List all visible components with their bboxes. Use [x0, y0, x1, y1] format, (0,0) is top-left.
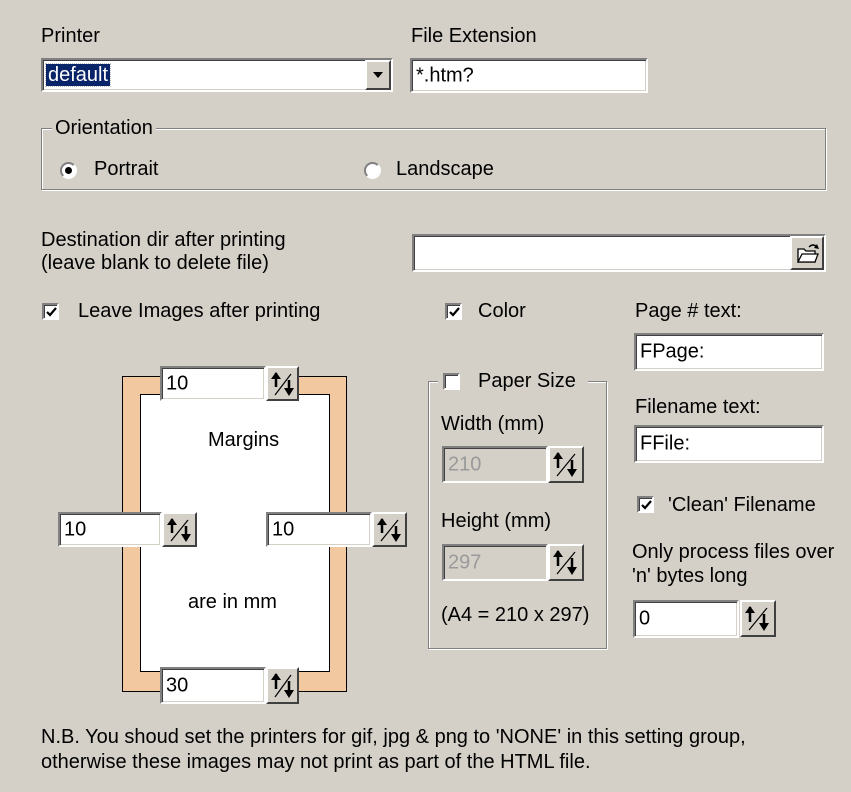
height-label: Height (mm) — [441, 510, 552, 532]
min-size-label-line1: Only process files over — [632, 541, 835, 563]
destination-label-line2: (leave blank to delete file) — [41, 252, 269, 274]
margins-caption: Margins — [208, 429, 280, 451]
margins-units-caption: are in mm — [188, 591, 277, 613]
margin-top-input[interactable]: 10 — [160, 366, 266, 401]
note-line2: otherwise these images may not print as … — [41, 751, 591, 773]
dropdown-button[interactable] — [365, 60, 391, 90]
margin-top-spinner[interactable] — [266, 366, 299, 401]
landscape-radio[interactable] — [364, 162, 381, 179]
printer-selected-value: default — [44, 63, 112, 87]
width-label: Width (mm) — [441, 413, 545, 435]
file-extension-input[interactable]: *.htm? — [410, 58, 648, 93]
leave-images-checkbox[interactable] — [42, 303, 59, 320]
file-extension-value: *.htm? — [416, 64, 474, 86]
up-down-arrows-icon — [553, 452, 577, 477]
destination-label-line1: Destination dir after printing — [41, 229, 286, 251]
color-checkbox[interactable] — [445, 303, 462, 320]
destination-input[interactable] — [412, 234, 826, 272]
page-text-input[interactable]: FPage: — [634, 333, 824, 371]
width-spinner[interactable] — [548, 446, 584, 483]
printer-select[interactable]: default — [41, 58, 393, 92]
height-spinner[interactable] — [548, 544, 584, 581]
min-size-value: 0 — [639, 607, 651, 630]
clean-filename-checkbox[interactable] — [637, 496, 654, 513]
page-text-value: FPage: — [640, 340, 705, 363]
margin-right-value: 10 — [272, 518, 295, 540]
note-line1: N.B. You shoud set the printers for gif,… — [41, 726, 746, 748]
paper-size-note: (A4 = 210 x 297) — [441, 604, 590, 626]
portrait-radio[interactable] — [60, 162, 77, 179]
checkmark-icon — [46, 307, 57, 317]
color-label[interactable]: Color — [478, 299, 526, 323]
portrait-label[interactable]: Portrait — [94, 157, 158, 181]
up-down-arrows-icon — [553, 550, 577, 575]
file-extension-label: File Extension — [411, 25, 537, 47]
margin-right-spinner[interactable] — [372, 512, 407, 547]
paper-size-checkbox[interactable] — [443, 373, 460, 390]
clean-filename-label[interactable]: 'Clean' Filename — [668, 493, 816, 517]
min-size-label-line2: 'n' bytes long — [632, 565, 748, 587]
printer-label: Printer — [41, 25, 100, 47]
width-input[interactable]: 210 — [442, 446, 548, 483]
margin-bottom-spinner[interactable] — [266, 667, 299, 704]
margin-bottom-input[interactable]: 30 — [160, 667, 266, 704]
margin-top-value: 10 — [166, 372, 189, 394]
checkmark-icon — [449, 307, 460, 317]
filename-text-label: Filename text: — [635, 396, 761, 418]
margin-right-input[interactable]: 10 — [266, 512, 372, 547]
margin-left-input[interactable]: 10 — [58, 512, 162, 547]
filename-text-value: FFile: — [640, 432, 690, 455]
up-down-arrows-icon — [271, 673, 294, 698]
margin-left-value: 10 — [64, 518, 87, 540]
height-value: 297 — [448, 551, 482, 573]
up-down-arrows-icon — [377, 518, 401, 542]
chevron-down-icon — [373, 72, 383, 78]
leave-images-label[interactable]: Leave Images after printing — [78, 299, 320, 323]
height-input[interactable]: 297 — [442, 544, 548, 581]
up-down-arrows-icon — [745, 606, 769, 631]
up-down-arrows-icon — [271, 372, 294, 396]
margin-left-spinner[interactable] — [162, 512, 197, 547]
up-down-arrows-icon — [167, 518, 191, 542]
filename-text-input[interactable]: FFile: — [634, 425, 824, 463]
min-size-input[interactable]: 0 — [633, 600, 739, 638]
width-value: 210 — [448, 453, 482, 475]
checkmark-icon — [641, 500, 652, 510]
paper-size-legend[interactable]: Paper Size — [478, 369, 576, 393]
page-text-label: Page # text: — [635, 300, 742, 322]
browse-folder-button[interactable] — [790, 236, 824, 270]
landscape-label[interactable]: Landscape — [396, 157, 494, 181]
margin-bottom-value: 30 — [166, 674, 189, 696]
open-folder-icon — [796, 244, 819, 263]
orientation-legend: Orientation — [52, 116, 156, 140]
min-size-spinner[interactable] — [740, 600, 776, 637]
